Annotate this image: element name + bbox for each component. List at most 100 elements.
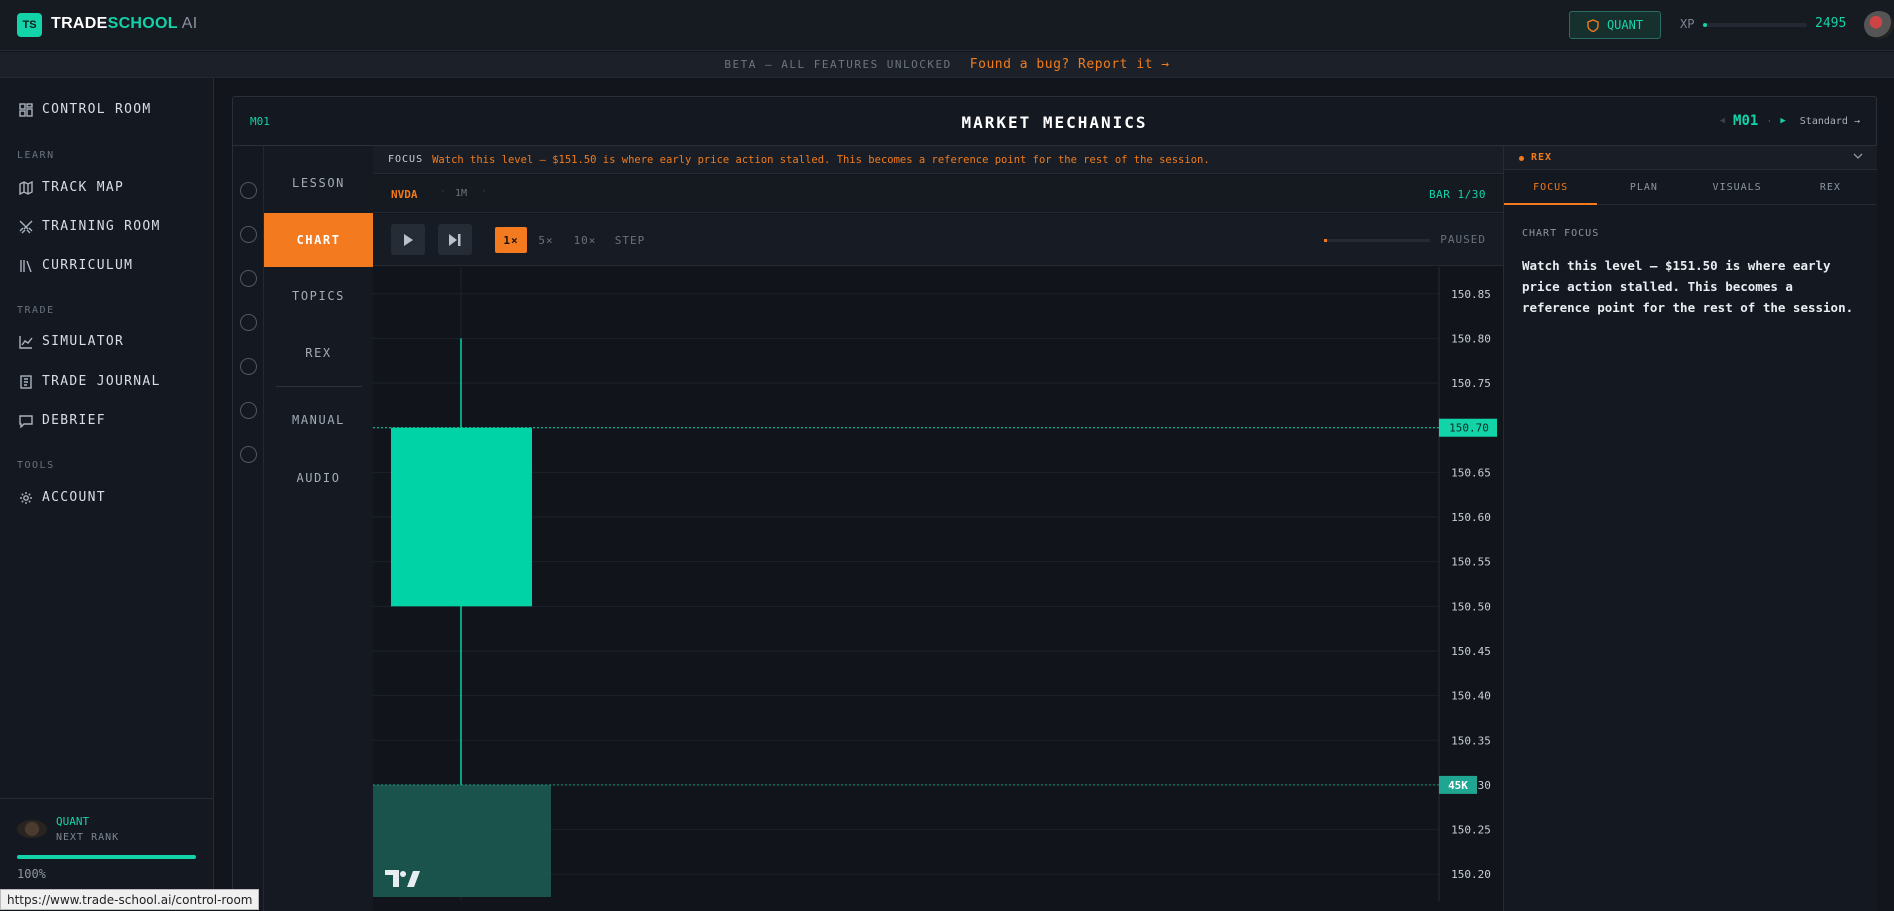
y-tick-label: 150.85 [1451, 288, 1491, 301]
symbol: NVDA [391, 188, 418, 201]
section-label: CHART FOCUS [1522, 228, 1600, 239]
step-forward-icon [449, 233, 461, 246]
sidebar-item-track-map[interactable]: TRACK MAP [19, 180, 124, 195]
tab-audio[interactable]: AUDIO [264, 451, 373, 505]
sidebar-item-label: TRADE JOURNAL [42, 374, 161, 389]
rank-chip[interactable]: QUANT [1569, 11, 1661, 39]
candle-body [391, 427, 532, 607]
mode-selector[interactable]: Standard → [1800, 116, 1860, 127]
sidebar-item-label: SIMULATOR [42, 334, 125, 349]
progress-dot[interactable] [240, 402, 257, 419]
rank-progress-bar [17, 855, 196, 859]
rank-subtitle: NEXT RANK [56, 832, 120, 843]
tab-focus[interactable]: FOCUS [1504, 171, 1598, 205]
lesson-progress-dots [233, 146, 264, 911]
progress-dot[interactable] [240, 446, 257, 463]
logo-badge[interactable]: TS [17, 13, 42, 37]
page-title: MARKET MECHANICS [961, 113, 1148, 132]
rank-avatar [17, 820, 47, 838]
chart-canvas[interactable]: 150.85 150.80 150.75 150.70 150.65 150.60 150.… [373, 267, 1503, 901]
sidebar-item-label: CURRICULUM [42, 258, 134, 273]
divider [276, 386, 362, 387]
notebook-icon [20, 374, 32, 389]
module-nav: ◀ M01 · ▶ Standard → [1720, 113, 1860, 129]
sidebar-item-label: TRACK MAP [42, 180, 125, 195]
library-icon [20, 259, 32, 272]
sidebar-item-control-room[interactable]: CONTROL ROOM [19, 102, 152, 117]
playback-controls: 1× 5× 10× STEP PAUSED [373, 214, 1503, 266]
timeframe: 1M [455, 188, 468, 199]
tab-lesson[interactable]: LESSON [264, 156, 373, 210]
y-tick-label: 150.80 [1451, 332, 1491, 345]
user-avatar[interactable] [1864, 11, 1894, 39]
module-panel: M01 MARKET MECHANICS ◀ M01 · ▶ Standard … [232, 96, 1877, 911]
rank-progress-fill [17, 855, 196, 859]
chart-area: FOCUS Watch this level — $151.50 is wher… [373, 146, 1503, 911]
shield-icon [1587, 18, 1599, 32]
step-mode-button[interactable]: STEP [613, 227, 647, 253]
focus-label: FOCUS [388, 154, 424, 165]
sidebar-item-label: TRAINING ROOM [42, 219, 161, 234]
xp-progress-bar [1703, 23, 1807, 27]
chevron-down-icon[interactable] [1853, 151, 1863, 161]
prev-module-icon[interactable]: ◀ [1720, 116, 1725, 126]
focus-description: Watch this level — $151.50 is where earl… [1522, 258, 1854, 315]
speed-5x-button[interactable]: 5× [535, 227, 557, 253]
divider [0, 798, 214, 799]
progress-dot[interactable] [240, 226, 257, 243]
y-tick-label: 150.35 [1451, 734, 1491, 747]
rank-title: QUANT [56, 815, 90, 828]
sidebar-item-debrief[interactable]: DEBRIEF [19, 413, 106, 428]
next-module-icon[interactable]: ▶ [1780, 116, 1785, 126]
rank-percent: 100% [17, 867, 46, 881]
replay-progress-bar[interactable] [1324, 239, 1430, 242]
tab-chart[interactable]: CHART [264, 213, 373, 267]
brand-school: SCHOOL [107, 15, 178, 32]
tab-visuals[interactable]: VISUALS [1691, 171, 1784, 204]
progress-dot[interactable] [240, 182, 257, 199]
beta-text: BETA — ALL FEATURES UNLOCKED [724, 58, 952, 71]
tab-rex[interactable]: REX [264, 326, 373, 380]
playback-status: PAUSED [1440, 233, 1486, 246]
rex-panel-header[interactable]: REX [1504, 146, 1877, 170]
sidebar-item-trade-journal[interactable]: TRADE JOURNAL [19, 374, 161, 389]
module-header: M01 MARKET MECHANICS ◀ M01 · ▶ Standard … [233, 97, 1876, 146]
y-tick-label: 150.45 [1451, 645, 1491, 658]
replay-progress-fill [1324, 239, 1328, 242]
step-forward-button[interactable] [438, 224, 472, 255]
speed-1x-button[interactable]: 1× [495, 227, 527, 253]
xp-label: XP [1680, 17, 1695, 31]
tab-topics[interactable]: TOPICS [264, 269, 373, 323]
play-button[interactable] [391, 224, 425, 255]
xp-value: 2495 [1815, 16, 1847, 31]
progress-dot[interactable] [240, 358, 257, 375]
progress-dot[interactable] [240, 314, 257, 331]
gear-icon [20, 491, 32, 504]
y-tick-label: 150.20 [1451, 868, 1491, 881]
section-learn: LEARN [17, 150, 55, 161]
brand-name[interactable]: TRADESCHOOL AI [51, 15, 197, 33]
tab-manual[interactable]: MANUAL [264, 393, 373, 447]
y-tick-label: 150.75 [1451, 377, 1491, 390]
y-tick-label: 150.25 [1451, 824, 1491, 837]
tab-rex-chat[interactable]: REX [1784, 171, 1877, 204]
progress-dot[interactable] [240, 270, 257, 287]
report-bug-link[interactable]: Found a bug? Report it → [970, 57, 1170, 72]
grid-icon [19, 102, 33, 117]
y-tick-label: 150.65 [1451, 466, 1491, 479]
status-dot [1519, 156, 1524, 161]
speed-10x-button[interactable]: 10× [571, 227, 599, 253]
sidebar-item-account[interactable]: ACCOUNT [19, 490, 106, 505]
status-url-tooltip: https://www.trade-school.ai/control-room [0, 889, 260, 910]
sidebar-item-training-room[interactable]: TRAINING ROOM [19, 219, 161, 234]
nav-module-code: M01 [1733, 113, 1759, 129]
price-chart[interactable]: 150.85 150.80 150.75 150.70 150.65 150.60 150.… [373, 267, 1503, 901]
sidebar-item-curriculum[interactable]: CURRICULUM [19, 258, 133, 273]
focus-bar: FOCUS Watch this level — $151.50 is wher… [373, 146, 1503, 174]
swords-icon [19, 220, 33, 233]
sidebar-item-simulator[interactable]: SIMULATOR [19, 334, 124, 349]
tab-plan[interactable]: PLAN [1597, 171, 1690, 204]
brand-ai: AI [177, 15, 198, 32]
message-icon [19, 414, 33, 428]
rex-panel: REX FOCUS PLAN VISUALS REX CHART FOCUS W… [1503, 146, 1877, 911]
